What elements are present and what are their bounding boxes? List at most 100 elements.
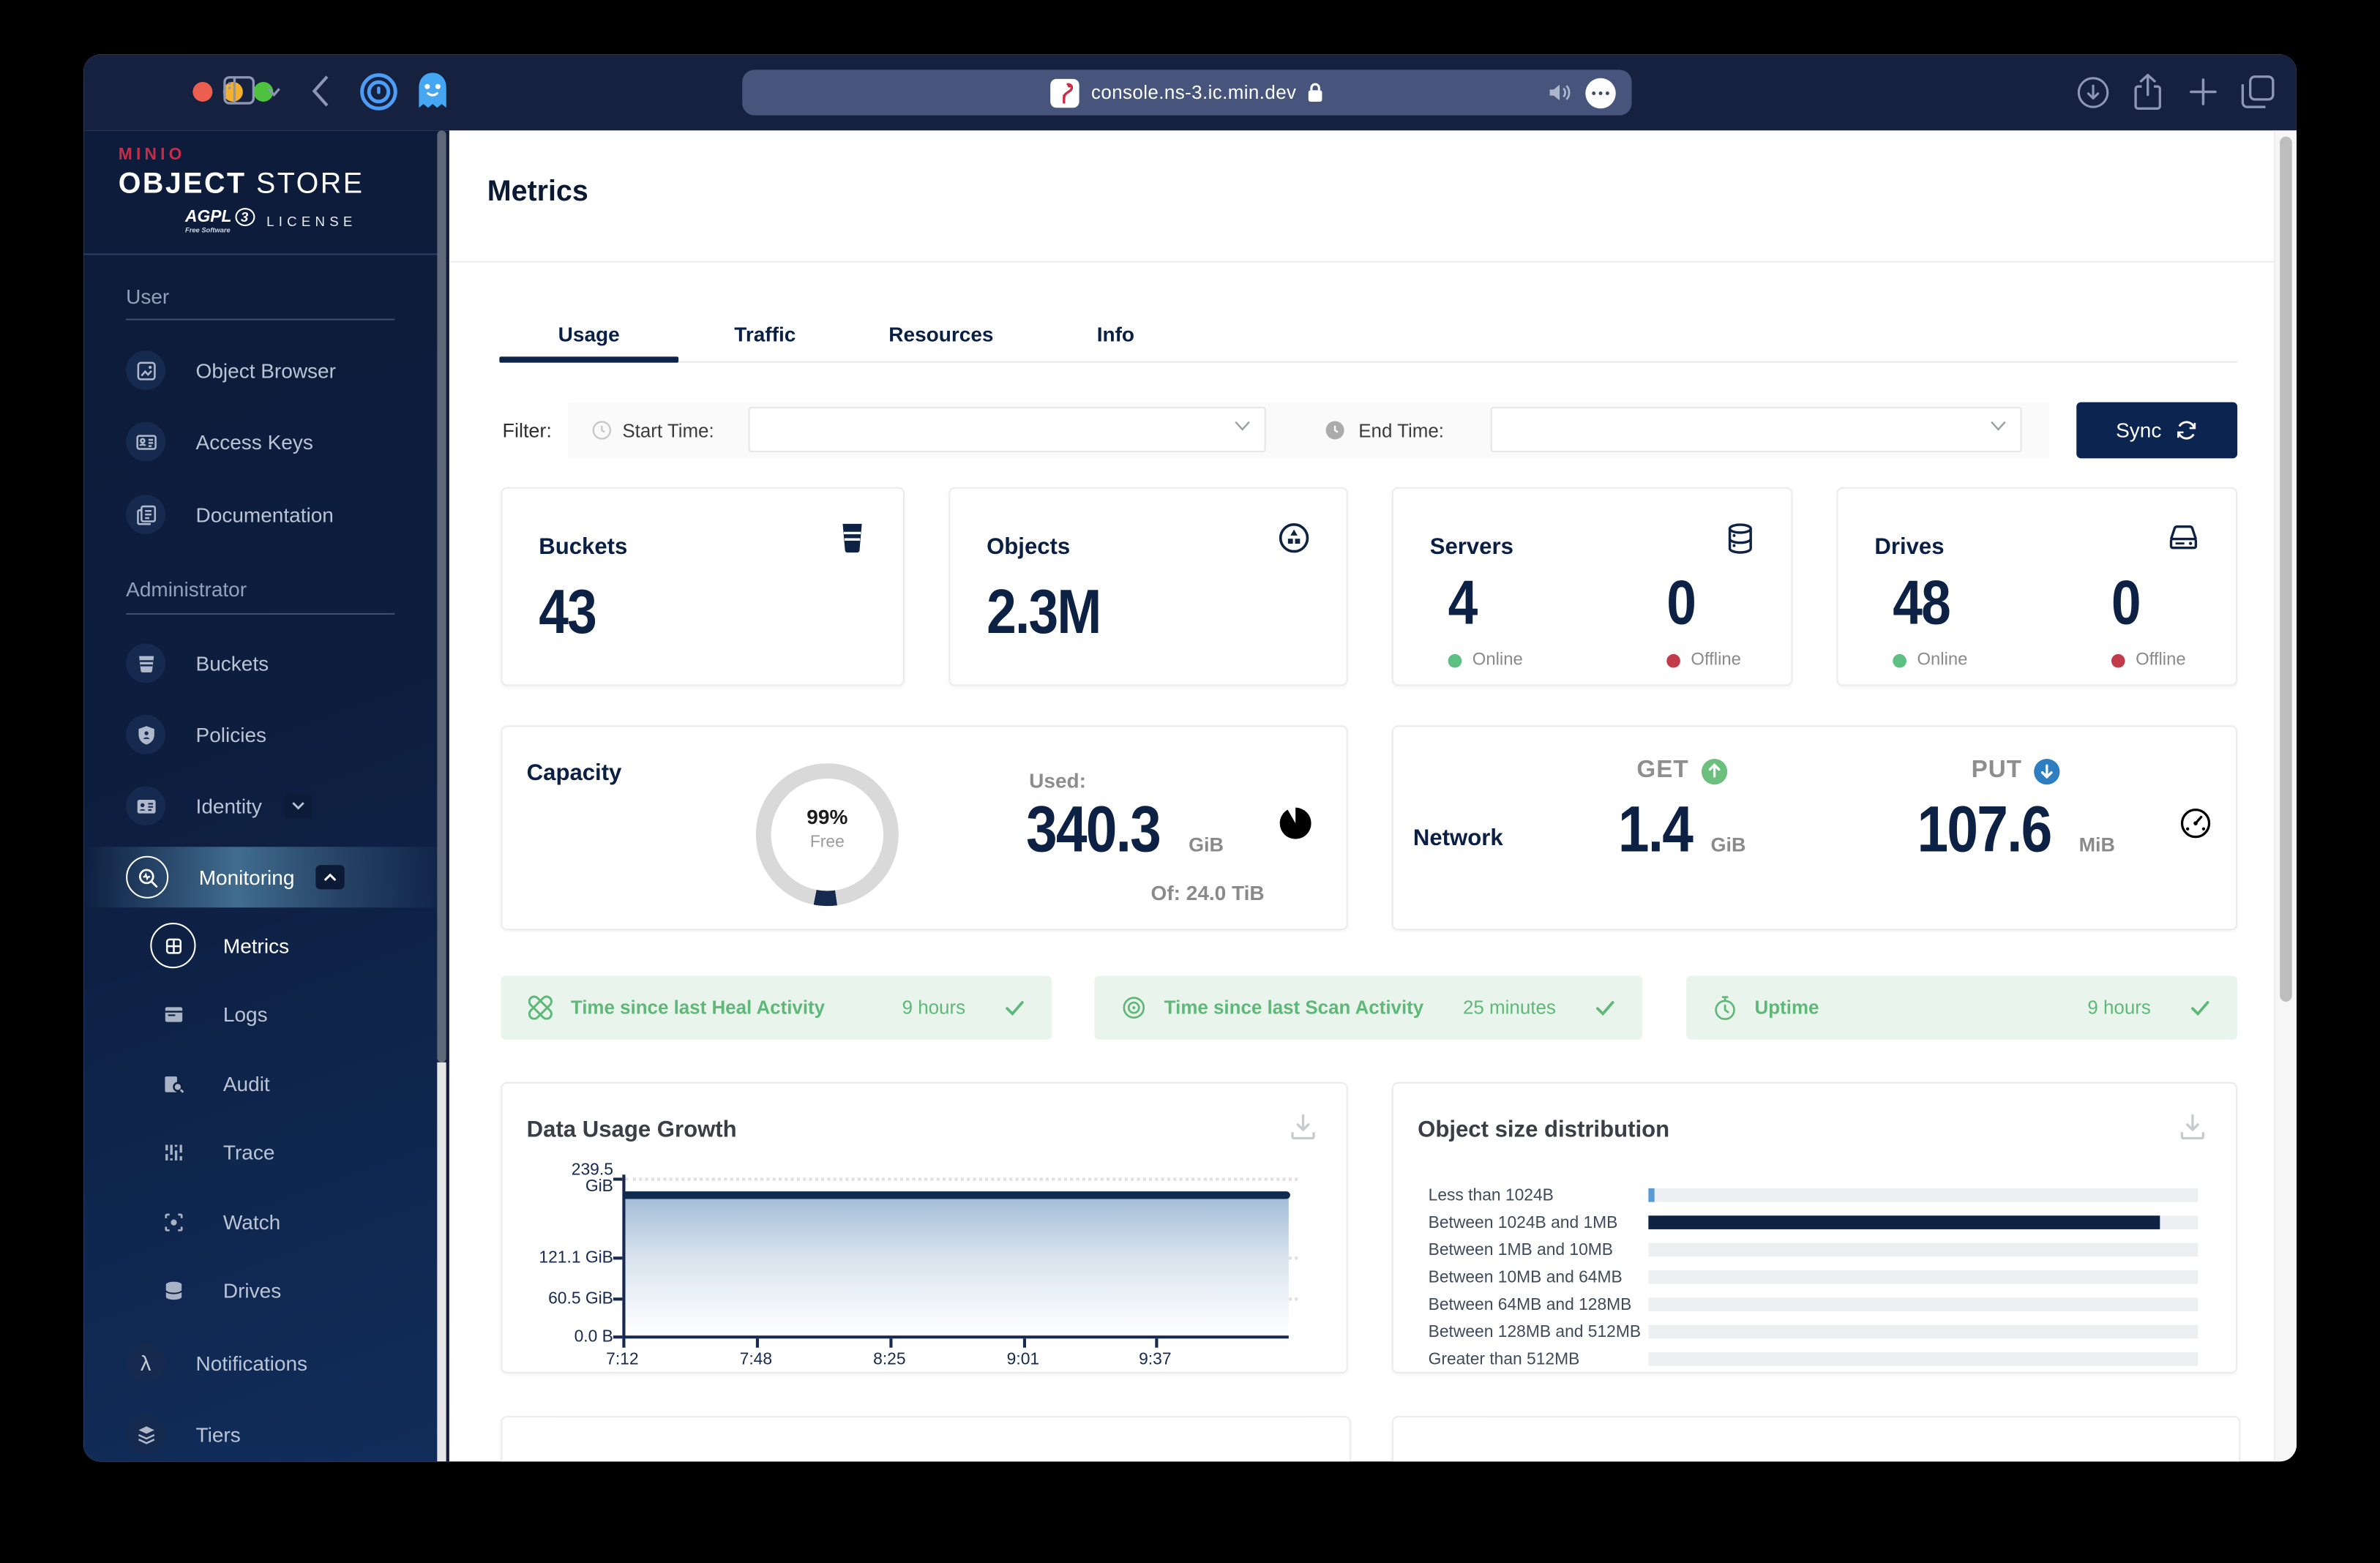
y-axis-tick-mark — [613, 1256, 623, 1260]
x-axis-tick: 9:01 — [1006, 1350, 1040, 1369]
objects-icon — [1278, 522, 1310, 554]
download-chart-icon[interactable] — [1290, 1114, 1316, 1140]
sidebar-item-label: Access Keys — [195, 430, 313, 454]
network-get-header: GET — [1515, 757, 1849, 784]
buckets-card-title: Buckets — [539, 534, 628, 561]
objects-card: Objects 2.3M — [948, 487, 1348, 686]
online-dot — [1448, 653, 1462, 667]
download-chart-icon[interactable] — [2179, 1114, 2205, 1140]
share-icon[interactable] — [2133, 73, 2163, 111]
y-axis-tick: 0.0 B — [574, 1327, 613, 1346]
tab-overview-icon[interactable] — [2240, 75, 2275, 110]
capacity-donut-label: 99% Free — [756, 806, 899, 851]
capacity-card: Capacity 99% Free Used: 340.3 GiB Of: 24… — [501, 725, 1348, 931]
distribution-row-label: Between 128MB and 512MB — [1428, 1323, 1642, 1342]
sidebar-item-audit[interactable]: Audit — [83, 1053, 449, 1114]
network-put-value: 107.6 MiB — [1916, 793, 2116, 867]
servers-online-column: 4 Online — [1448, 568, 1615, 670]
buckets-value: 43 — [539, 577, 597, 647]
page-options-icon[interactable] — [1584, 77, 1617, 109]
sidebar-item-trace[interactable]: Trace — [83, 1122, 449, 1182]
uptime-bar: Uptime 9 hours — [1686, 975, 2238, 1040]
logs-icon — [161, 1002, 185, 1026]
sidebar-item-watch[interactable]: Watch — [83, 1191, 449, 1252]
network-card: Network GET 1.4 GiB PUT 107.6 MiB — [1391, 725, 2238, 931]
downloads-icon[interactable] — [2076, 76, 2110, 110]
network-get-column: GET 1.4 GiB — [1515, 757, 1849, 868]
online-dot — [1893, 653, 1906, 667]
distribution-row-label: Between 1MB and 10MB — [1428, 1241, 1614, 1260]
sidebar-item-label: Object Browser — [195, 359, 336, 382]
tab-resources[interactable]: Resources — [888, 323, 993, 346]
password-manager-extension-icon[interactable] — [360, 73, 398, 111]
active-tab-indicator — [499, 356, 679, 363]
page-scrollbar-thumb[interactable] — [2280, 136, 2292, 1002]
tab-usage[interactable]: Usage — [558, 323, 620, 346]
distribution-row: Less than 1024B — [1429, 1184, 2198, 1208]
end-time-clock-icon — [1325, 402, 1345, 459]
browser-titlebar: console.ns-3.ic.min.dev — [83, 54, 2297, 131]
y-axis-tick-mark — [613, 1297, 623, 1301]
sidebar-scrollbar-track[interactable] — [437, 1062, 446, 1462]
start-time-label: Start Time: — [622, 419, 714, 441]
sidebar-item-logs[interactable]: Logs — [83, 983, 449, 1044]
monitoring-collapse-chevron-icon[interactable] — [315, 865, 345, 890]
section-divider — [126, 318, 395, 321]
identity-expand-chevron-icon[interactable] — [282, 793, 313, 818]
capacity-card-title: Capacity — [526, 760, 622, 787]
distribution-bar-fill — [1648, 1215, 2160, 1229]
url-text: console.ns-3.ic.min.dev — [1090, 81, 1297, 104]
end-time-select[interactable] — [1490, 406, 2022, 453]
check-icon — [1006, 1000, 1024, 1016]
sidebar-item-tiers[interactable]: Tiers — [83, 1403, 449, 1461]
servers-offline-value: 0 — [1666, 567, 1696, 638]
sidebar-scrollbar-thumb[interactable] — [437, 130, 446, 1062]
uptime-value: 9 hours — [2087, 997, 2151, 1019]
distribution-row: Between 1024B and 1MB — [1429, 1211, 2198, 1235]
network-put-column: PUT 107.6 MiB — [1849, 757, 2182, 868]
sidebar-item-metrics[interactable]: Metrics — [83, 915, 449, 976]
distribution-row: Between 64MB and 128MB — [1429, 1293, 2198, 1317]
sidebar-item-identity[interactable]: Identity — [83, 776, 449, 836]
main-content: Metrics Usage Traffic Resources Info Fil… — [449, 130, 2297, 1462]
sidebar-item-policies[interactable]: Policies — [83, 704, 449, 765]
sidebar-item-monitoring[interactable]: Monitoring — [83, 847, 449, 908]
sidebar-item-drives[interactable]: Drives — [83, 1259, 449, 1320]
sidebar-item-access-keys[interactable]: Access Keys — [83, 411, 449, 472]
mute-audio-icon[interactable] — [1548, 82, 1572, 103]
capacity-used-label: Used: — [1029, 769, 1086, 792]
tab-traffic[interactable]: Traffic — [734, 323, 796, 346]
sidebar-item-label: Documentation — [195, 503, 334, 526]
close-window-button[interactable] — [192, 81, 213, 102]
object-size-distribution-card: Object size distribution Less than 1024B… — [1391, 1082, 2238, 1373]
ghost-extension-icon[interactable] — [416, 71, 449, 112]
sidebar-item-buckets[interactable]: Buckets — [83, 633, 449, 694]
sidebar-menu-chevron-icon[interactable] — [267, 86, 281, 97]
address-bar[interactable]: console.ns-3.ic.min.dev — [742, 70, 1632, 116]
distribution-row: Between 128MB and 512MB — [1429, 1320, 2198, 1344]
page-scrollbar-track[interactable] — [2273, 130, 2297, 1462]
back-button-icon[interactable] — [311, 75, 329, 108]
distribution-bar-track — [1648, 1352, 2198, 1366]
y-axis-tick: 239.5 GiB — [571, 1161, 613, 1196]
sidebar-item-object-browser[interactable]: Object Browser — [83, 340, 449, 401]
sync-button[interactable]: Sync — [2076, 402, 2238, 459]
sync-button-label: Sync — [2116, 419, 2162, 442]
object-browser-icon — [126, 351, 166, 391]
network-card-title: Network — [1412, 825, 1503, 852]
tab-info[interactable]: Info — [1097, 323, 1134, 346]
distribution-row-label: Between 64MB and 128MB — [1428, 1296, 1632, 1315]
network-get-value: 1.4 GiB — [1617, 793, 1746, 867]
x-axis-tick: 7:12 — [606, 1350, 639, 1369]
new-tab-icon[interactable] — [2189, 78, 2218, 106]
sidebar-item-documentation[interactable]: Documentation — [83, 484, 449, 545]
browser-window: console.ns-3.ic.min.dev MINIO OBJECT STO… — [83, 54, 2297, 1462]
sidebar-item-notifications[interactable]: λ Notifications — [83, 1333, 449, 1393]
servers-online-value: 4 — [1448, 567, 1478, 638]
start-time-select[interactable] — [748, 406, 1266, 453]
sidebar-toggle-icon[interactable] — [223, 76, 255, 105]
sidebar-item-label: Watch — [222, 1210, 281, 1234]
speedometer-icon — [2179, 807, 2212, 839]
drive-icon — [2168, 522, 2200, 552]
sidebar-item-label: Identity — [195, 794, 262, 817]
